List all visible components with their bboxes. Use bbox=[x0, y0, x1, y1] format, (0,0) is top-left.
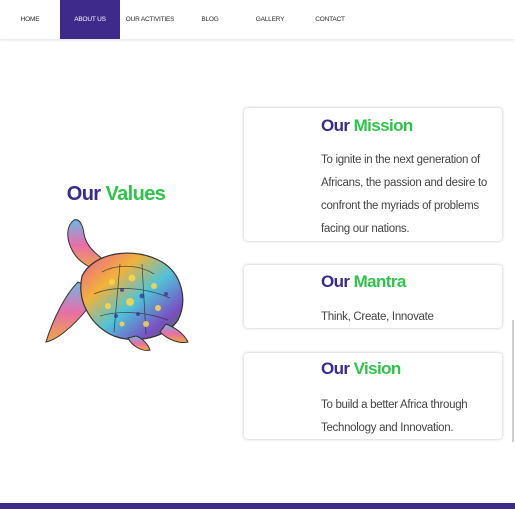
vision-text: To build a better Africa through Technol… bbox=[321, 399, 468, 434]
values-heading: Our Values bbox=[46, 183, 186, 206]
mission-card: Our Mission To ignite in the next genera… bbox=[244, 108, 502, 241]
values-heading-highlight: Values bbox=[105, 183, 166, 205]
nav-gallery[interactable]: GALLERY bbox=[250, 0, 290, 39]
vision-card: Our Vision To build a better Africa thro… bbox=[244, 353, 502, 439]
mission-heading: Our Mission bbox=[321, 116, 413, 136]
scrollbar[interactable] bbox=[512, 320, 514, 442]
nav-blog[interactable]: BLOG bbox=[190, 0, 230, 39]
mission-heading-prefix: Our bbox=[321, 116, 350, 135]
mantra-heading: Our Mantra bbox=[321, 272, 406, 292]
nav-contact[interactable]: CONTACT bbox=[308, 0, 352, 39]
values-heading-prefix: Our bbox=[66, 183, 101, 205]
top-navigation: HOME ABOUT US OUR ACTIVITIES BLOG GALLER… bbox=[0, 0, 515, 39]
footer-bar bbox=[0, 503, 515, 509]
mission-text: To ignite in the next generation of Afri… bbox=[321, 154, 487, 235]
mantra-heading-highlight: Mantra bbox=[353, 272, 407, 291]
nav-our-activities[interactable]: OUR ACTIVITIES bbox=[122, 0, 178, 39]
vision-heading-prefix: Our bbox=[321, 359, 350, 378]
vision-heading-highlight: Vision bbox=[353, 359, 402, 378]
nav-home[interactable]: HOME bbox=[10, 0, 50, 39]
turtle-illustration bbox=[42, 212, 192, 357]
nav-about-us[interactable]: ABOUT US bbox=[60, 0, 120, 39]
mantra-card: Our Mantra Think, Create, Innovate bbox=[244, 265, 502, 328]
mantra-text: Think, Create, Innovate bbox=[321, 311, 434, 323]
mission-heading-highlight: Mission bbox=[353, 116, 414, 135]
mantra-heading-prefix: Our bbox=[321, 272, 350, 291]
vision-heading: Our Vision bbox=[321, 359, 401, 379]
turtle-image bbox=[45, 219, 189, 351]
